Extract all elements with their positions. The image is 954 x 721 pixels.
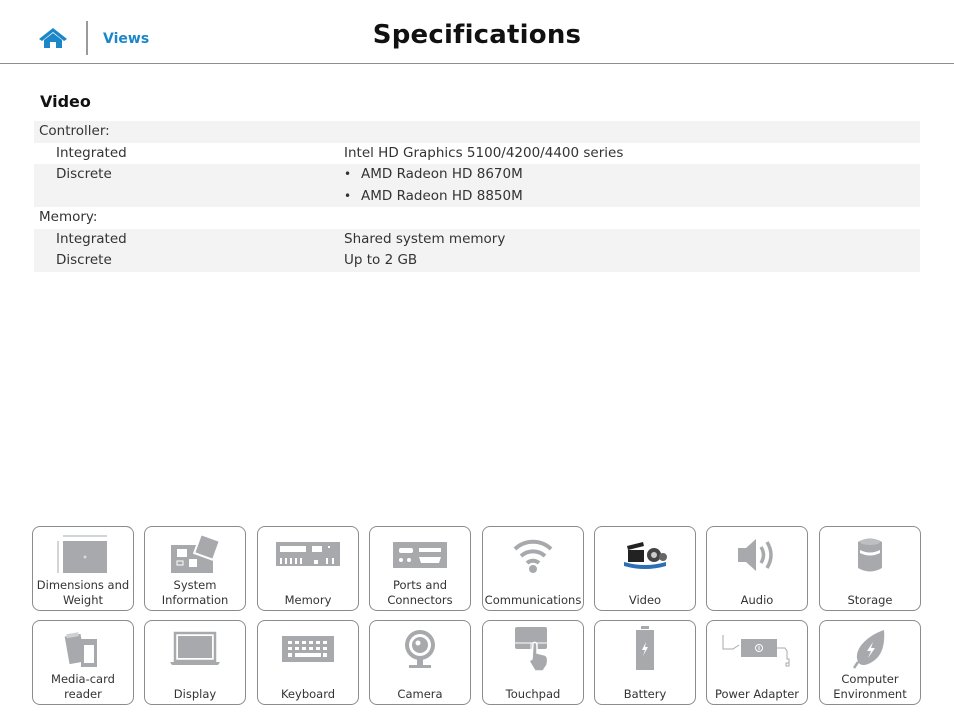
tile-label: Storage [847, 592, 893, 607]
table-row-controller-integrated: Integrated Intel HD Graphics 5100/4200/4… [34, 143, 920, 165]
tile-label: Ports and Connectors [387, 578, 453, 607]
motherboard-icon [171, 533, 222, 573]
webcam-icon [405, 630, 435, 668]
tile-label: Keyboard [280, 686, 336, 701]
row-label: Integrated [56, 230, 127, 247]
tile-label: Touchpad [505, 686, 561, 701]
ports-icon [393, 542, 447, 568]
row-label: Discrete [56, 166, 112, 182]
row-value: Intel HD Graphics 5100/4200/4400 series [344, 144, 624, 161]
keyboard-icon [282, 636, 334, 662]
row-value [344, 121, 920, 143]
tile-video[interactable]: Video [594, 526, 696, 611]
tile-label: Audio [740, 592, 774, 607]
table-row-controller-discrete: Discrete AMD Radeon HD 8670M AMD Radeon … [34, 164, 920, 207]
section-title: Video [40, 92, 91, 111]
film-clapper-icon [624, 542, 667, 569]
tile-label: System Information [161, 578, 229, 607]
tile-label: Media-card reader [51, 672, 115, 701]
tile-display[interactable]: Display [144, 620, 246, 705]
tile-label: Computer Environment [833, 672, 907, 701]
tile-storage[interactable]: Storage [819, 526, 921, 611]
speaker-icon [738, 539, 773, 571]
dimensions-icon [57, 535, 107, 573]
row-label: Integrated [56, 144, 127, 161]
table-row-memory: Memory: [34, 207, 920, 229]
laptop-icon [170, 631, 220, 665]
row-label: Discrete [56, 252, 112, 268]
tile-ports-connectors[interactable]: Ports and Connectors [369, 526, 471, 611]
database-icon [858, 538, 882, 572]
memory-module-icon [276, 542, 340, 566]
sd-card-icon [64, 632, 97, 667]
table-row-memory-integrated: Integrated Shared system memory [34, 228, 920, 250]
header-bar: Views Specifications [0, 0, 954, 64]
table-row-controller: Controller: [34, 121, 920, 143]
tile-touchpad[interactable]: Touchpad [482, 620, 584, 705]
tile-label: Battery [623, 686, 667, 701]
row-value: Shared system memory [344, 230, 506, 247]
tile-label: Communications [484, 592, 582, 607]
tile-system-information[interactable]: System Information [144, 526, 246, 611]
bullet-list: AMD Radeon HD 8670M AMD Radeon HD 8850M [344, 164, 920, 207]
tile-label: Memory [284, 592, 332, 607]
row-value [344, 207, 920, 229]
tile-label: Video [628, 592, 662, 607]
spec-table: Controller: Integrated Intel HD Graphics… [34, 121, 920, 272]
tile-label: Power Adapter [714, 686, 800, 701]
tile-label: Camera [397, 686, 443, 701]
tile-dimensions-weight[interactable]: Dimensions and Weight [32, 526, 134, 611]
wifi-icon [513, 539, 553, 573]
tile-label: Display [173, 686, 217, 701]
tile-keyboard[interactable]: Keyboard [257, 620, 359, 705]
tile-memory[interactable]: Memory [257, 526, 359, 611]
row-label: Controller: [39, 123, 110, 139]
tile-audio[interactable]: Audio [706, 526, 808, 611]
bullet-item: AMD Radeon HD 8850M [344, 186, 920, 208]
touchpad-icon [515, 627, 549, 671]
leaf-icon [852, 630, 885, 669]
table-row-memory-discrete: Discrete Up to 2 GB [34, 250, 920, 272]
tile-battery[interactable]: Battery [594, 620, 696, 705]
row-value: AMD Radeon HD 8670M AMD Radeon HD 8850M [344, 164, 920, 207]
row-value: Up to 2 GB [344, 252, 418, 268]
tile-computer-environment[interactable]: Computer Environment [819, 620, 921, 705]
tile-media-card-reader[interactable]: Media-card reader [32, 620, 134, 705]
tile-power-adapter[interactable]: Power Adapter [706, 620, 808, 705]
row-label: Memory: [39, 209, 98, 225]
tile-communications[interactable]: Communications [482, 526, 584, 611]
power-adapter-icon [722, 635, 790, 667]
page-title: Specifications [372, 20, 582, 50]
bullet-item: AMD Radeon HD 8670M [344, 164, 920, 186]
battery-icon [636, 626, 654, 670]
tile-camera[interactable]: Camera [369, 620, 471, 705]
tile-label: Dimensions and Weight [36, 578, 130, 607]
